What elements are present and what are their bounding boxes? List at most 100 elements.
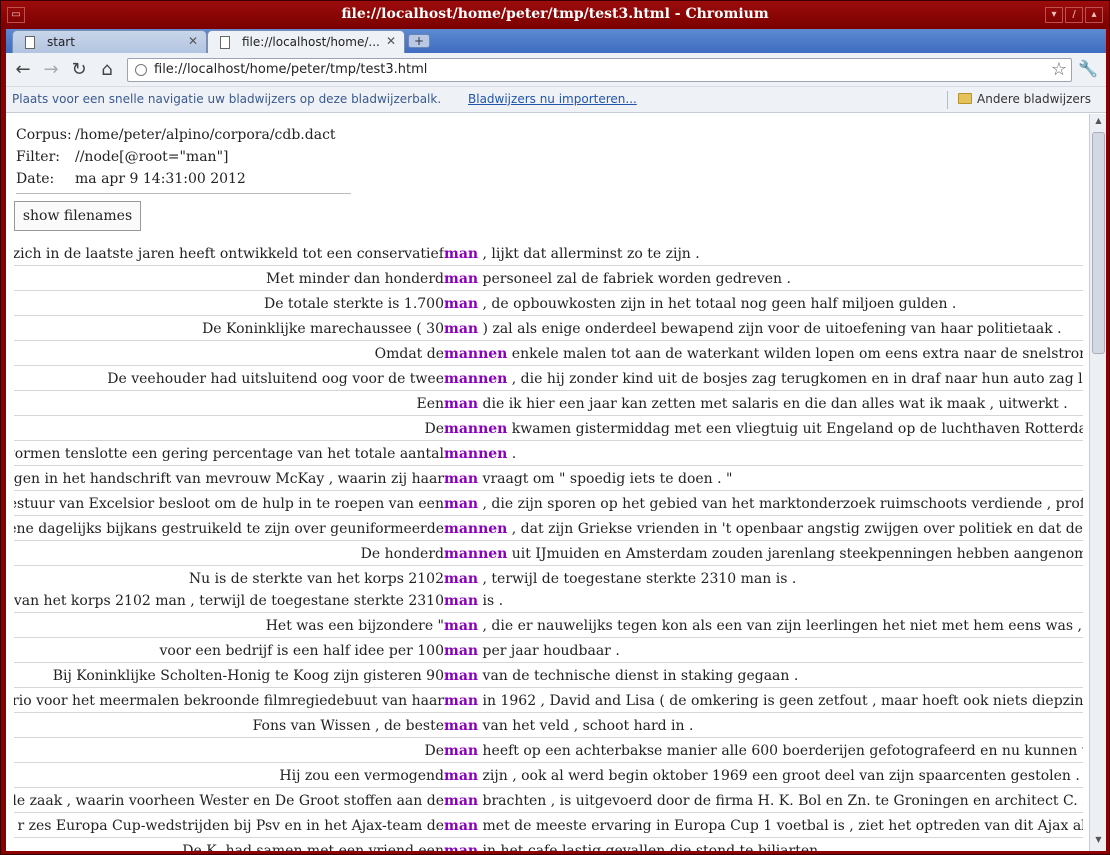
right-context: die ik hier een jaar kan zetten met sala… xyxy=(478,396,1068,412)
right-context-box: man per jaar houdbaar . xyxy=(444,640,1083,662)
keyword-match: man xyxy=(444,643,479,659)
left-context-box: De veehouder had uitsluitend oog voor de… xyxy=(14,368,444,390)
result-row: Omdat de mannen enkele malen tot aan de … xyxy=(14,341,1083,366)
query-metadata: Corpus:/home/peter/alpino/corpora/cdb.da… xyxy=(16,124,351,194)
left-context-box: vormen tenslotte een gering percentage v… xyxy=(14,443,444,465)
keyword-and-right-context: man brachten , is uitgevoerd door de fir… xyxy=(444,790,1083,812)
result-row: le zaak , waarin voorheen Wester en De G… xyxy=(14,788,1083,813)
keyword-match: mannen xyxy=(444,421,508,437)
left-context: De Koninklijke marechaussee ( 30 xyxy=(202,321,444,337)
scroll-up-icon[interactable]: ▲ xyxy=(1092,116,1105,130)
right-context-box: mannen kwamen gistermiddag met een vlieg… xyxy=(444,418,1083,440)
left-context: gen in het handschrift van mevrouw McKay… xyxy=(14,471,444,487)
result-row: Nu is de sterkte van het korps 2102 man … xyxy=(14,566,1083,613)
keyword-match: mannen xyxy=(444,546,508,562)
keyword-match: mannen xyxy=(444,371,508,387)
result-row: De veehouder had uitsluitend oog voor de… xyxy=(14,366,1083,391)
left-context: Nu is de sterkte van het korps 2102 xyxy=(188,571,444,587)
keyword-match: man xyxy=(444,571,479,587)
left-context-box: estuur van Excelsior besloot om de hulp … xyxy=(14,493,444,515)
window-title: file://localhost/home/peter/tmp/test3.ht… xyxy=(341,6,769,22)
star-icon[interactable]: ☆ xyxy=(1051,59,1067,80)
other-bookmarks-button[interactable]: Andere bladwijzers xyxy=(958,92,1091,106)
keyword-and-right-context: man per jaar houdbaar . xyxy=(444,640,620,662)
wrench-icon[interactable]: 🔧 xyxy=(1078,59,1098,78)
left-context: zich in de laatste jaren heeft ontwikkel… xyxy=(14,246,444,262)
right-context-box: man , die zijn sporen op het gebied van … xyxy=(444,493,1083,515)
keyword-match: man xyxy=(444,618,479,634)
right-context: met de meeste ervaring in Europa Cup 1 v… xyxy=(478,818,1083,834)
scrollbar-thumb[interactable] xyxy=(1092,132,1105,354)
left-context-box: ene dagelijks bijkans gestruikeld te zij… xyxy=(14,518,444,540)
keyword-match: man xyxy=(444,471,479,487)
keyword-and-right-context: mannen kwamen gistermiddag met een vlieg… xyxy=(444,418,1083,440)
keyword-and-right-context: man heeft op een achterbakse manier alle… xyxy=(444,740,1083,762)
page-content: Corpus:/home/peter/alpino/corpora/cdb.da… xyxy=(6,114,1089,851)
keyword-and-right-context: man , de opbouwkosten zijn in het totaal… xyxy=(444,293,956,315)
keyword-and-right-context: man zijn , ook al werd begin oktober 196… xyxy=(444,765,1080,787)
tab-start[interactable]: start ✕ xyxy=(12,30,207,53)
forward-arrow-icon[interactable]: → xyxy=(40,59,62,81)
reload-icon[interactable]: ↻ xyxy=(68,59,90,81)
left-context-box: Nu is de sterkte van het korps 2102 xyxy=(14,568,444,590)
right-context-box: man , de opbouwkosten zijn in het totaal… xyxy=(444,293,1083,315)
result-row: ene dagelijks bijkans gestruikeld te zij… xyxy=(14,516,1083,541)
right-context: brachten , is uitgevoerd door de firma H… xyxy=(478,793,1083,809)
keyword-and-right-context: mannen , dat zijn Griekse vrienden in 't… xyxy=(444,518,1083,540)
right-context-box: man brachten , is uitgevoerd door de fir… xyxy=(444,790,1083,812)
keyword-and-right-context: man personeel zal de fabriek worden gedr… xyxy=(444,268,791,290)
keyword-match: man xyxy=(444,843,479,851)
close-window-icon[interactable]: ▴ xyxy=(1085,7,1103,23)
right-context-box: man , terwijl de toegestane sterkte 2310… xyxy=(444,568,1083,590)
left-context-box: De totale sterkte is 1.700 xyxy=(14,293,444,315)
globe-icon xyxy=(135,64,147,76)
title-bar[interactable]: ▭ file://localhost/home/peter/tmp/test3.… xyxy=(1,1,1109,29)
right-context-box: man van de technische dienst in staking … xyxy=(444,665,1083,687)
close-tab-icon[interactable]: ✕ xyxy=(386,34,396,48)
home-icon[interactable]: ⌂ xyxy=(96,59,118,81)
right-context: , terwijl de toegestane sterkte 2310 man… xyxy=(478,571,797,587)
left-context-box: zich in de laatste jaren heeft ontwikkel… xyxy=(14,243,444,265)
left-context: De xyxy=(424,743,444,759)
maximize-icon[interactable]: / xyxy=(1065,7,1083,23)
tab-label: file://localhost/home/... xyxy=(242,35,380,49)
right-context-box: man is . xyxy=(444,590,1083,612)
result-row: zich in de laatste jaren heeft ontwikkel… xyxy=(14,241,1083,266)
left-context: Bij Koninklijke Scholten-Honig te Koog z… xyxy=(52,668,444,684)
close-tab-icon[interactable]: ✕ xyxy=(188,34,198,48)
minimize-icon[interactable]: ▾ xyxy=(1045,7,1063,23)
right-context-box: mannen uit IJmuiden en Amsterdam zouden … xyxy=(444,543,1083,565)
right-context: in 1962 , David and Lisa ( de omkering i… xyxy=(478,693,1083,709)
scroll-down-icon[interactable]: ▼ xyxy=(1092,835,1105,849)
date-label: Date: xyxy=(16,171,55,187)
left-context: r zes Europa Cup-wedstrijden bij Psv en … xyxy=(17,818,444,834)
right-context-box: man die ik hier een jaar kan zetten met … xyxy=(444,393,1083,415)
corpus-row: Corpus:/home/peter/alpino/corpora/cdb.da… xyxy=(16,124,351,146)
keyword-and-right-context: man van de technische dienst in staking … xyxy=(444,665,798,687)
browser-window: ▭ file://localhost/home/peter/tmp/test3.… xyxy=(0,0,1110,855)
address-bar[interactable]: file://localhost/home/peter/tmp/test3.ht… xyxy=(127,58,1072,82)
date-row: Date: ma apr 9 14:31:00 2012 xyxy=(16,168,351,190)
keyword-and-right-context: man , die zijn sporen op het gebied van … xyxy=(444,493,1083,515)
right-context-box: man heeft op een achterbakse manier alle… xyxy=(444,740,1083,762)
url-text[interactable]: file://localhost/home/peter/tmp/test3.ht… xyxy=(154,62,427,77)
keyword-and-right-context: mannen enkele malen tot aan de waterkant… xyxy=(444,343,1083,365)
back-arrow-icon[interactable]: ← xyxy=(12,59,34,81)
filter-row: Filter: //node[@root="man"] xyxy=(16,146,351,168)
right-context: enkele malen tot aan de waterkant wilden… xyxy=(507,346,1083,362)
left-context-box: rio voor het meermalen bekroonde filmreg… xyxy=(14,690,444,712)
result-row: De K. had samen met een vriend een man i… xyxy=(14,838,1083,851)
keyword-match: man xyxy=(444,271,479,287)
result-row: De Koninklijke marechaussee ( 30 man ) z… xyxy=(14,316,1083,341)
right-context: zijn , ook al werd begin oktober 1969 ee… xyxy=(478,768,1080,784)
keyword-match: man xyxy=(444,693,479,709)
import-bookmarks-link[interactable]: Bladwijzers nu importeren... xyxy=(468,92,637,106)
new-tab-button[interactable]: + xyxy=(408,34,430,48)
right-context: , die hij zonder kind uit de bosjes zag … xyxy=(507,371,1083,387)
folder-icon xyxy=(958,93,972,104)
vertical-scrollbar[interactable]: ▲ ▼ xyxy=(1089,114,1106,851)
show-filenames-button[interactable]: show filenames xyxy=(14,201,141,231)
tab-test3[interactable]: file://localhost/home/... ✕ xyxy=(207,30,405,53)
left-context-box: le zaak , waarin voorheen Wester en De G… xyxy=(14,790,444,812)
tab-strip: start ✕ file://localhost/home/... ✕ + xyxy=(6,29,1106,53)
